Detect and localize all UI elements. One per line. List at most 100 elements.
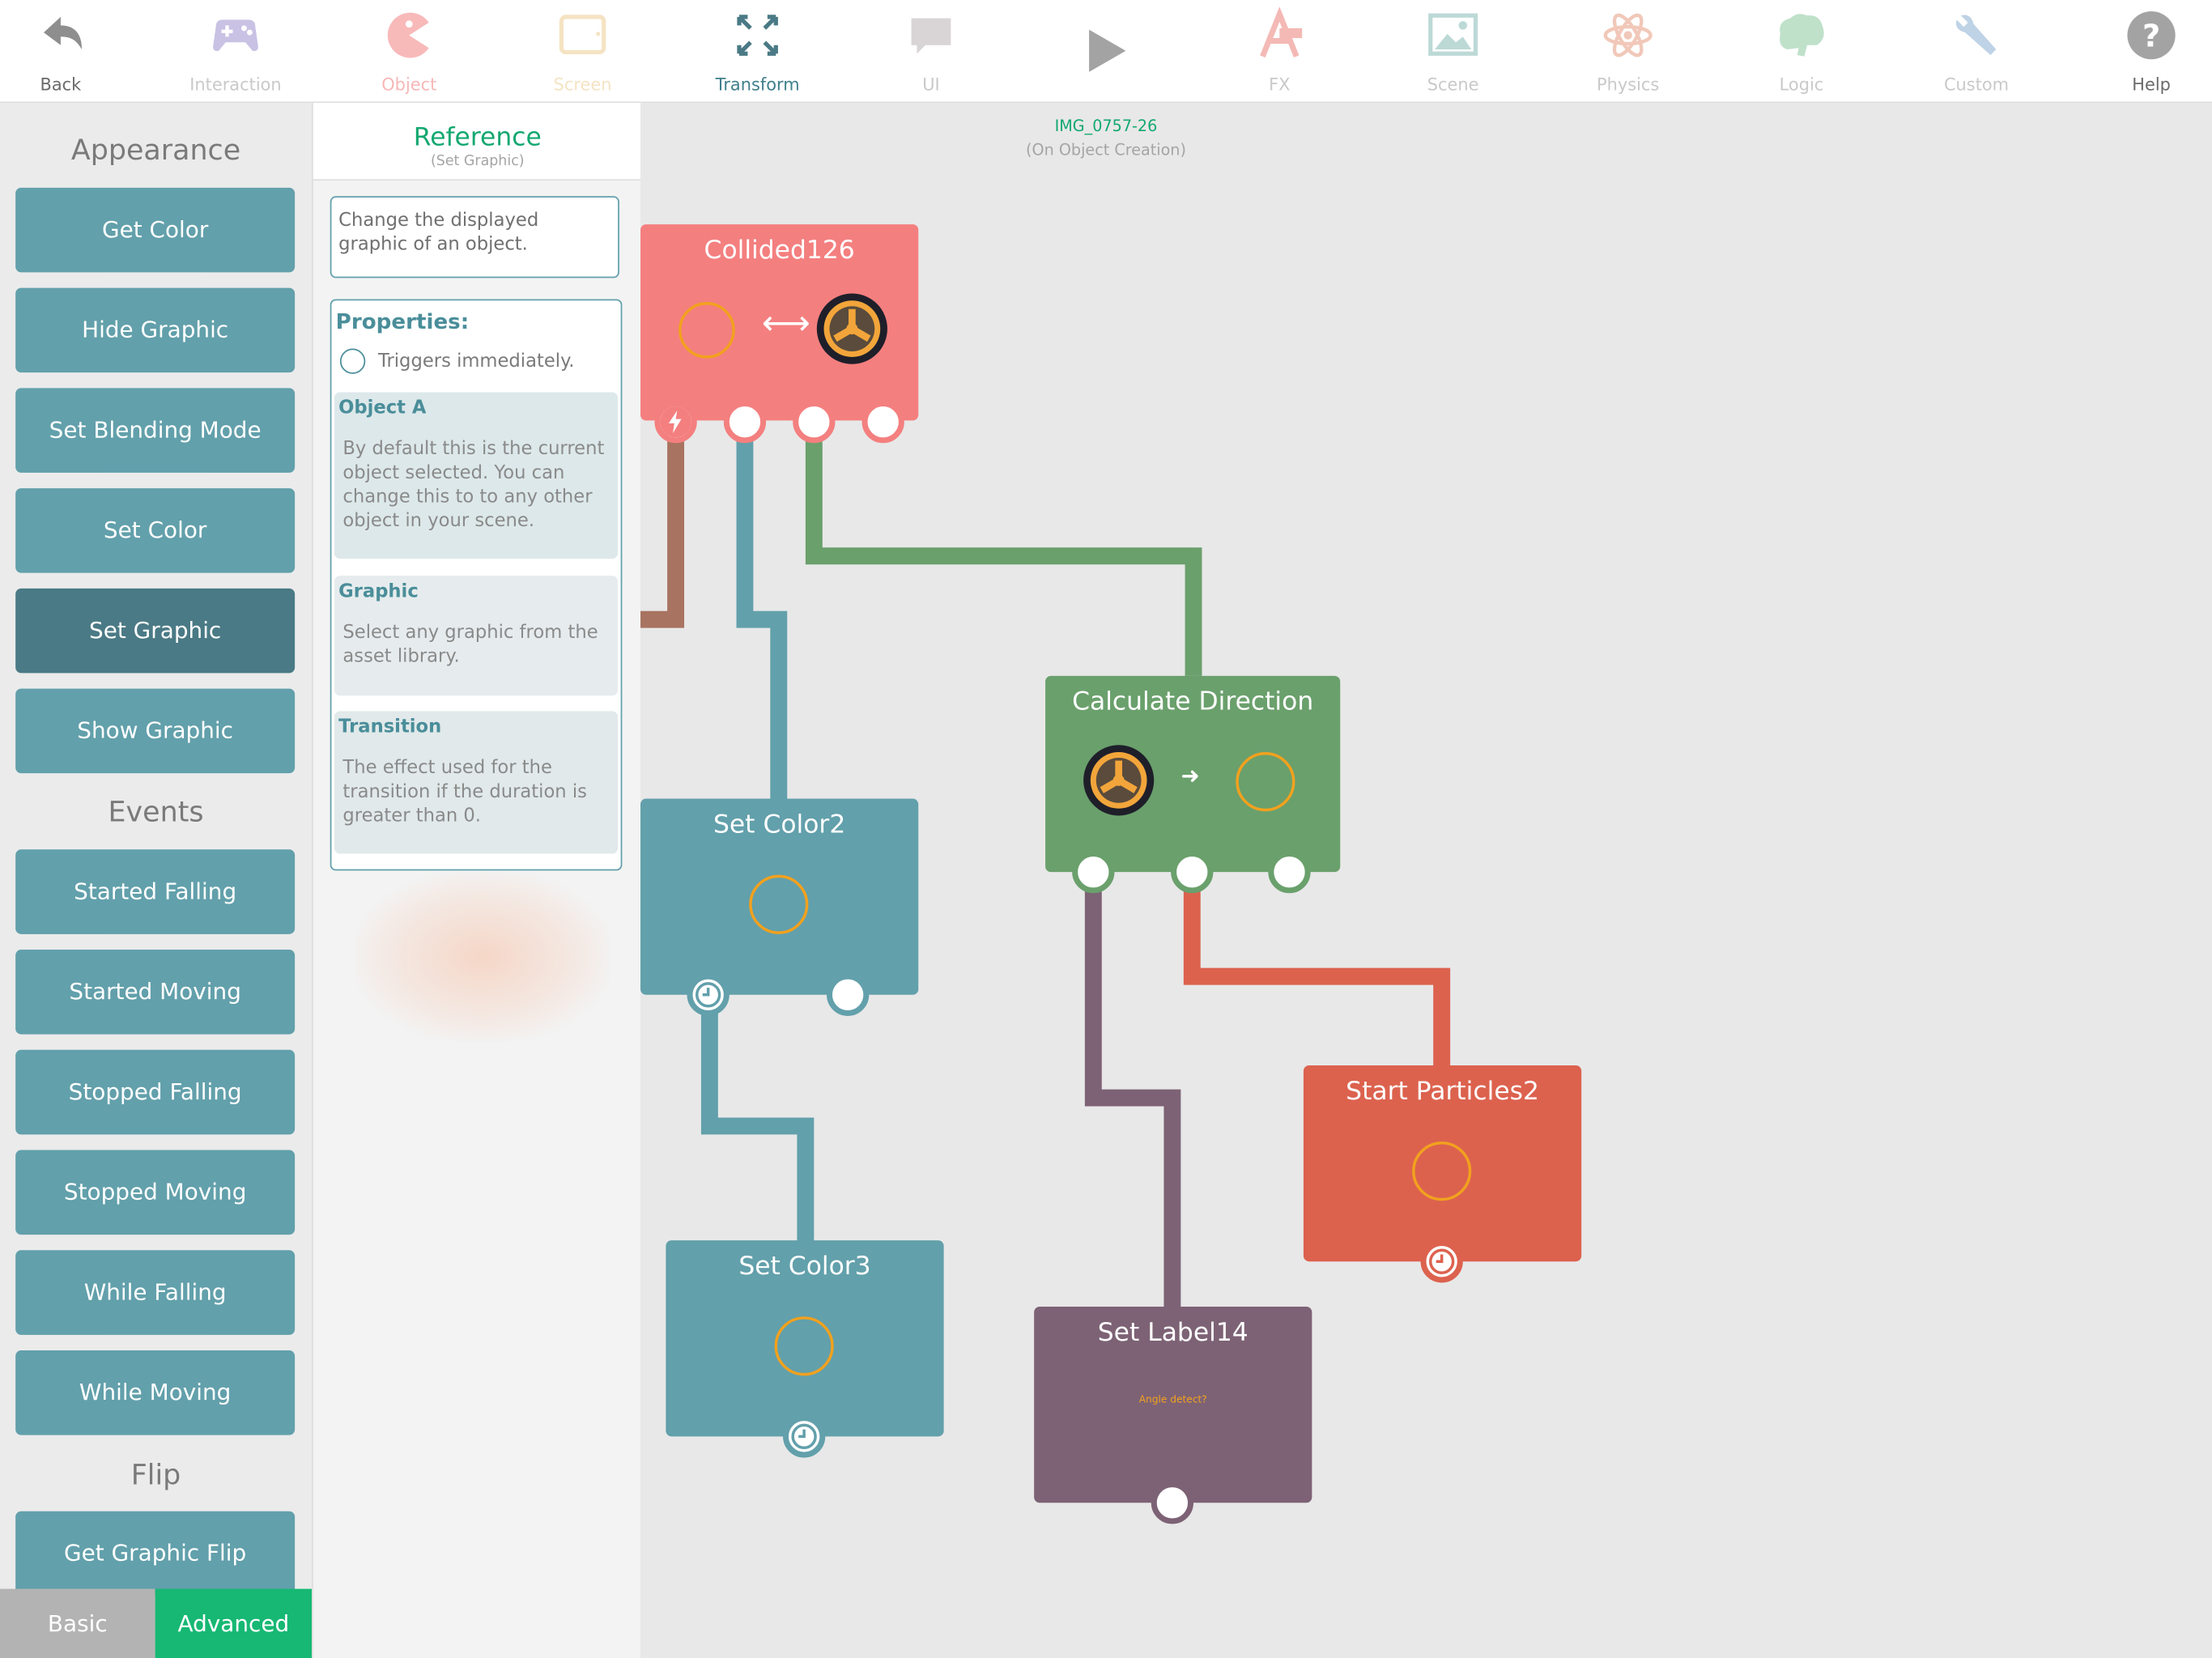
behavior-set-graphic-button[interactable]: Set Graphic xyxy=(15,588,296,674)
node-calculate-direction[interactable]: Calculate Direction ➜ xyxy=(1045,675,1341,894)
toolbar-label: Custom xyxy=(1943,74,2010,95)
reference-header: Reference (Set Graphic) xyxy=(313,103,642,181)
label-value-text: Angle detect? xyxy=(1138,1394,1207,1406)
output-port[interactable] xyxy=(1268,851,1311,894)
section-title-flip: Flip xyxy=(130,1457,181,1492)
behavior-show-graphic-button[interactable]: Show Graphic xyxy=(15,688,296,774)
behavior-hide-graphic-button[interactable]: Hide Graphic xyxy=(15,287,296,373)
node-set-label14[interactable]: Set Label14 Angle detect? xyxy=(1034,1306,1312,1524)
toolbar-label: Object xyxy=(381,74,437,95)
node-collided[interactable]: Collided126 ⟷ xyxy=(640,224,919,444)
reference-panel: Reference (Set Graphic) Change the displ… xyxy=(312,103,642,1658)
output-port[interactable] xyxy=(861,401,904,444)
wire-calc-to-label xyxy=(1084,872,1181,1308)
behavior-started-falling-button[interactable]: Started Falling xyxy=(15,849,296,934)
node-start-particles2[interactable]: Start Particles2 xyxy=(1303,1065,1582,1283)
trigger-port[interactable] xyxy=(654,401,697,444)
behavior-while-falling-button[interactable]: While Falling xyxy=(15,1250,296,1335)
behavior-get-graphic-flip-button[interactable]: Get Graphic Flip xyxy=(15,1511,296,1596)
image-icon xyxy=(1428,13,1478,56)
atom-icon xyxy=(1603,13,1653,57)
mode-basic-tab[interactable]: Basic xyxy=(0,1588,155,1658)
output-port[interactable] xyxy=(827,973,870,1016)
clock-icon xyxy=(695,982,721,1008)
reference-title: Reference xyxy=(413,122,542,153)
wheel-icon[interactable] xyxy=(815,292,889,366)
toolbar-screen-button[interactable]: Screen xyxy=(505,0,661,101)
behavior-stopped-falling-button[interactable]: Stopped Falling xyxy=(15,1049,296,1135)
drag-ghost xyxy=(355,872,610,1042)
node-title: Set Color2 xyxy=(713,810,846,840)
gamepad-icon xyxy=(213,19,258,52)
clock-icon xyxy=(1428,1248,1455,1274)
property-text: The effect used for the transition if th… xyxy=(342,757,587,827)
property-card-object-a: Object A By default this is the current … xyxy=(334,392,619,559)
behavior-while-moving-button[interactable]: While Moving xyxy=(15,1350,296,1435)
wire-collided-to-calc xyxy=(805,422,1202,676)
trigger-radio[interactable] xyxy=(339,348,366,374)
toolbar-label: Scene xyxy=(1427,74,1479,95)
behavior-set-blending-mode-button[interactable]: Set Blending Mode xyxy=(15,388,296,473)
toolbar-label: Physics xyxy=(1596,74,1660,95)
toolbar-play-button[interactable] xyxy=(1027,0,1182,101)
timer-port[interactable] xyxy=(687,973,730,1016)
object-slot-b[interactable] xyxy=(1236,752,1295,812)
svg-text:?: ? xyxy=(2142,19,2160,55)
logic-canvas[interactable]: IMG_0757-26 (On Object Creation) Collide… xyxy=(640,103,2212,1658)
arrow-right-icon: ➜ xyxy=(1180,762,1200,789)
node-title: Set Color3 xyxy=(738,1252,871,1282)
toolbar-interaction-button[interactable]: Interaction xyxy=(158,0,313,101)
toolbar-label: UI xyxy=(922,74,940,95)
output-port[interactable] xyxy=(793,401,836,444)
toolbar-fx-button[interactable]: FX xyxy=(1202,0,1357,101)
toolbar-help-button[interactable]: ? Help xyxy=(2074,0,2212,101)
output-port[interactable] xyxy=(1072,851,1115,894)
timer-port[interactable] xyxy=(783,1415,826,1458)
toolbar-label: Logic xyxy=(1779,74,1824,95)
property-name: Transition xyxy=(338,716,442,738)
property-name: Graphic xyxy=(338,581,419,603)
lightning-icon xyxy=(660,406,691,438)
clock-icon xyxy=(791,1423,817,1450)
section-title-appearance: Appearance xyxy=(70,132,241,167)
property-text: Select any graphic from the asset librar… xyxy=(342,622,598,668)
output-port[interactable] xyxy=(1151,1482,1194,1524)
particles-slot[interactable] xyxy=(1412,1141,1472,1201)
behavior-set-color-button[interactable]: Set Color xyxy=(15,488,296,573)
timer-port[interactable] xyxy=(1420,1240,1463,1283)
toolbar-transform-button[interactable]: Transform xyxy=(680,0,836,101)
toolbar-ui-button[interactable]: UI xyxy=(853,0,1009,101)
transform-arrows-icon xyxy=(737,15,778,56)
toolbar-custom-button[interactable]: Custom xyxy=(1899,0,2054,101)
toolbar-physics-button[interactable]: Physics xyxy=(1551,0,1706,101)
behavior-stopped-moving-button[interactable]: Stopped Moving xyxy=(15,1150,296,1235)
toolbar-object-button[interactable]: Object xyxy=(331,0,487,101)
node-title: Start Particles2 xyxy=(1346,1076,1539,1107)
behavior-started-moving-button[interactable]: Started Moving xyxy=(15,950,296,1035)
section-title-events: Events xyxy=(108,794,204,829)
behavior-sidebar[interactable]: Appearance Get Color Hide Graphic Set Bl… xyxy=(0,103,313,1658)
wheel-icon[interactable] xyxy=(1082,744,1155,818)
toolbar-label: Interaction xyxy=(189,74,282,95)
property-card-transition: Transition The effect used for the trans… xyxy=(334,711,619,854)
output-port[interactable] xyxy=(1171,851,1214,894)
color-slot[interactable] xyxy=(774,1316,834,1376)
mode-advanced-tab[interactable]: Advanced xyxy=(155,1588,313,1658)
play-icon xyxy=(1089,29,1126,72)
speech-bubble-icon xyxy=(911,18,951,54)
behavior-get-color-button[interactable]: Get Color xyxy=(15,187,296,273)
node-set-color2[interactable]: Set Color2 xyxy=(640,798,919,1016)
reference-properties: Properties: Triggers immediately. Object… xyxy=(330,299,623,871)
toolbar-scene-button[interactable]: Scene xyxy=(1376,0,1531,101)
wire-collided-trigger xyxy=(640,422,685,628)
color-slot[interactable] xyxy=(749,874,809,934)
node-set-color3[interactable]: Set Color3 xyxy=(666,1240,944,1458)
brain-icon xyxy=(1780,14,1824,57)
object-slot-a[interactable] xyxy=(678,301,735,359)
node-title: Collided126 xyxy=(704,236,855,266)
trigger-text: Triggers immediately. xyxy=(377,351,575,373)
toolbar-back-button[interactable]: Back xyxy=(0,0,138,101)
toolbar-logic-button[interactable]: Logic xyxy=(1724,0,1879,101)
screen-icon xyxy=(559,15,606,55)
output-port[interactable] xyxy=(723,401,767,444)
